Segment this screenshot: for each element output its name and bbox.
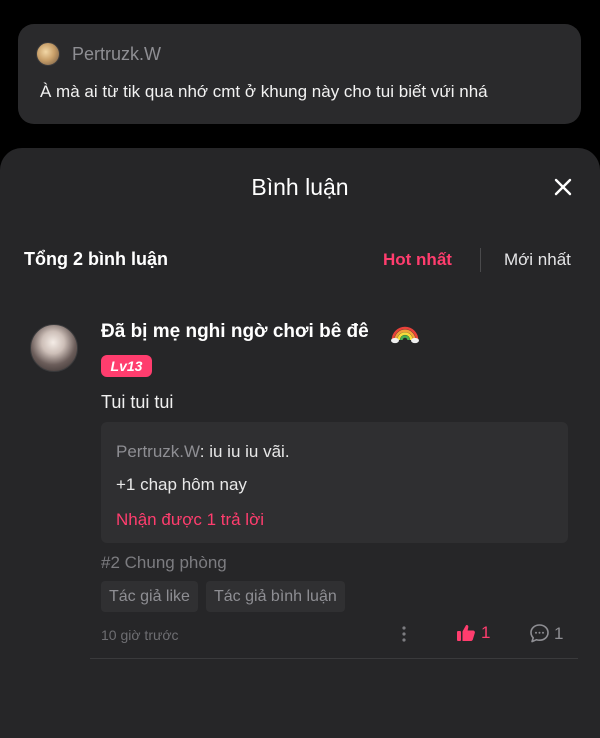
reply-preview-line-2: +1 chap hôm nay (116, 475, 247, 494)
reply-author[interactable]: Pertruzk.W (116, 442, 200, 461)
pinned-comment-header: Pertruzk.W (36, 42, 161, 66)
commenter-avatar[interactable] (30, 324, 78, 372)
level-badge: Lv13 (101, 355, 152, 377)
like-count: 1 (481, 623, 491, 642)
comment-timestamp: 10 giờ trước (101, 627, 179, 643)
avatar[interactable] (36, 42, 60, 66)
thumbs-up-icon (457, 625, 475, 641)
more-options-icon[interactable] (395, 624, 413, 644)
sheet-title: Bình luận (251, 174, 349, 200)
rainbow-emoji (391, 326, 419, 344)
reply-text: iu iu iu vãi. (204, 442, 290, 461)
comments-sheet: Bình luận Tổng 2 bình luận Hot nhất Mới … (0, 148, 600, 738)
like-button[interactable]: 1 (456, 623, 490, 643)
close-icon (554, 178, 572, 196)
sort-divider (480, 248, 481, 272)
author-like-chip: Tác giả like (101, 581, 198, 612)
comment-body: Tui tui tui (101, 392, 174, 412)
pinned-comment-card[interactable]: Pertruzk.W À mà ai từ tik qua nhớ cmt ở … (18, 24, 581, 124)
chat-bubble-icon (530, 624, 549, 643)
reply-button[interactable]: 1 (529, 623, 563, 644)
sort-hot-tab[interactable]: Hot nhất (383, 250, 452, 270)
author-comment-chip: Tác giả bình luận (206, 581, 345, 612)
reply-count: 1 (554, 623, 564, 643)
sort-newest-tab[interactable]: Mới nhất (504, 250, 571, 270)
total-comments-label: Tổng 2 bình luận (24, 249, 168, 269)
view-replies-link[interactable]: Nhận được 1 trả lời (116, 510, 264, 530)
commenter-name[interactable]: Đã bị mẹ nghi ngờ chơi bê đê (101, 321, 369, 343)
reply-preview-line: Pertruzk.W: iu iu iu vãi. (116, 442, 290, 462)
pinned-comment-author[interactable]: Pertruzk.W (72, 44, 161, 65)
comment-tag-line: #2 Chung phòng (101, 553, 227, 572)
pinned-comment-text: À mà ai từ tik qua nhớ cmt ở khung này c… (40, 82, 488, 101)
reply-preview-box[interactable]: Pertruzk.W: iu iu iu vãi. +1 chap hôm na… (101, 422, 568, 543)
comment-divider (90, 658, 578, 659)
close-button[interactable] (548, 172, 578, 202)
